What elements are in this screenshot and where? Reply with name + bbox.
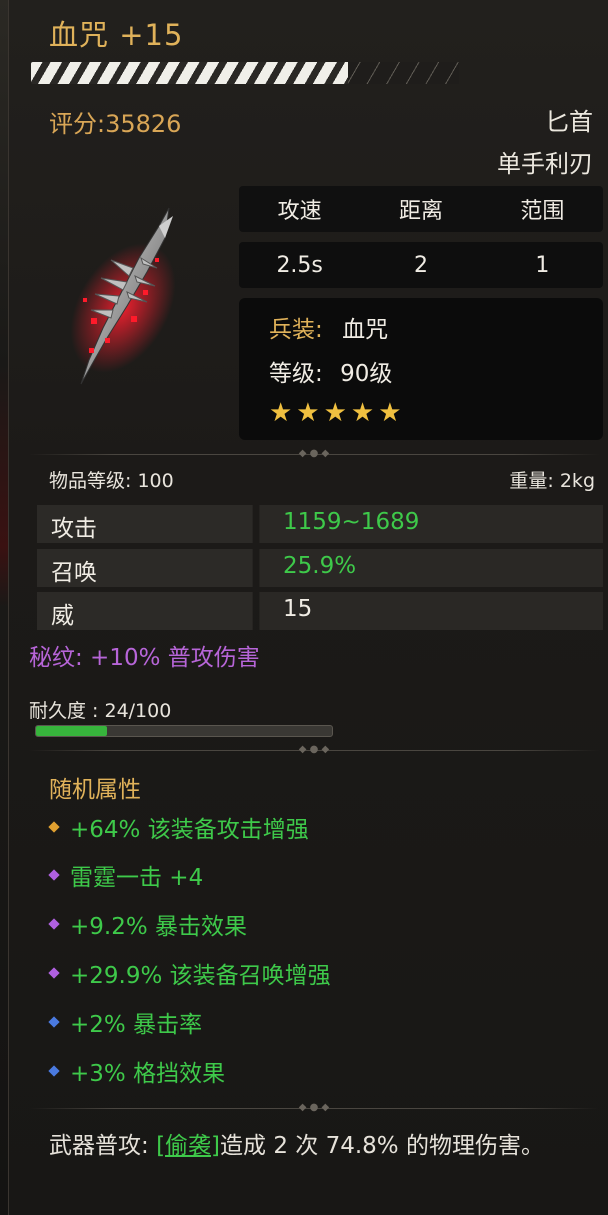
durability-text: 耐久度 : 24/100 (29, 700, 172, 722)
item-weight: 重量: 2kg (509, 470, 595, 492)
attr-label: 威 (51, 603, 74, 629)
skill-suffix: 造成 2 次 74.8% 的物理伤害。 (220, 1133, 544, 1159)
gem-icon (48, 1065, 60, 1077)
item-name: 血咒 +15 (49, 18, 184, 52)
weapon-subtype: 单手利刃 (497, 150, 593, 178)
random-attr-item: +64% 该装备攻击增强 (48, 810, 309, 844)
divider-ornament: ◆ ● ◆ (298, 744, 330, 755)
set-info-box: 兵装: 血咒 等级: 90级 ★★★★★ (239, 298, 603, 440)
item-level: 物品等级: 100 (49, 470, 174, 492)
divider-ornament: ◆ ● ◆ (298, 448, 330, 459)
durability-fill (36, 726, 108, 736)
attr-value: 25.9% (283, 553, 357, 579)
rune-line: 秘纹: +10% 普攻伤害 (29, 645, 260, 671)
dagger-icon (70, 207, 176, 385)
level-label: 等级: (269, 361, 323, 387)
skill-prefix: 武器普攻: (49, 1133, 149, 1159)
stat-header-area: 范围 (520, 199, 565, 224)
attr-row-attack: 攻击 1159~1689 (37, 505, 603, 543)
set-label: 兵装: (269, 317, 323, 343)
random-attr-item: +2% 暴击率 (48, 1005, 203, 1039)
random-attr-text: +3% 格挡效果 (70, 1061, 226, 1087)
star-rating: ★★★★★ (269, 398, 406, 428)
gem-icon (48, 967, 60, 979)
attr-value: 15 (283, 596, 313, 622)
random-attr-text: +2% 暴击率 (70, 1012, 203, 1038)
divider-ornament: ◆ ● ◆ (298, 1102, 330, 1113)
background-edge (0, 0, 8, 1215)
random-attr-text: +29.9% 该装备召唤增强 (70, 963, 331, 989)
random-attr-text: +64% 该装备攻击增强 (70, 817, 309, 843)
stat-value-attack-speed: 2.5s (276, 252, 323, 278)
set-line: 兵装: 血咒 (269, 310, 388, 344)
gem-icon (48, 918, 60, 930)
item-tooltip-panel: 血咒 +15 评分:35826 匕首 单手利刃 攻速 距离 范围 2.5s 2 … (8, 0, 608, 1215)
random-attr-text: 雷霆一击 +4 (70, 865, 204, 891)
weapon-skill-description: 武器普攻: [偷袭]造成 2 次 74.8% 的物理伤害。 (49, 1130, 589, 1162)
weapon-type: 匕首 (545, 108, 593, 136)
level-line: 等级: 90级 (269, 354, 392, 388)
random-attributes-title: 随机属性 (49, 777, 141, 803)
gem-icon (48, 869, 60, 881)
skill-link[interactable]: [偷袭] (156, 1133, 220, 1159)
stats-value-row: 2.5s 2 1 (239, 242, 603, 288)
durability-bar (35, 725, 333, 737)
stats-header-row: 攻速 距离 范围 (239, 186, 603, 232)
stat-header-attack-speed: 攻速 (277, 199, 322, 224)
gem-icon (48, 821, 60, 833)
level-value: 90级 (340, 361, 393, 387)
attr-row-might: 威 15 (37, 592, 603, 630)
random-attr-item: +29.9% 该装备召唤增强 (48, 956, 331, 990)
random-attr-text: +9.2% 暴击效果 (70, 914, 248, 940)
random-attr-item: +3% 格挡效果 (48, 1054, 226, 1088)
gem-icon (48, 1016, 60, 1028)
quality-stripe-empty (348, 62, 459, 84)
stat-value-range: 2 (413, 252, 428, 278)
stat-value-area: 1 (535, 252, 550, 278)
random-attr-item: +9.2% 暴击效果 (48, 907, 248, 941)
random-attr-item: 雷霆一击 +4 (48, 858, 204, 892)
attr-label: 攻击 (51, 516, 97, 542)
stat-header-range: 距离 (398, 199, 443, 224)
set-value: 血咒 (342, 317, 389, 343)
attr-value: 1159~1689 (283, 509, 420, 535)
attr-label: 召唤 (51, 560, 97, 586)
item-score: 评分:35826 (49, 110, 182, 138)
attr-row-summon: 召唤 25.9% (37, 549, 603, 587)
